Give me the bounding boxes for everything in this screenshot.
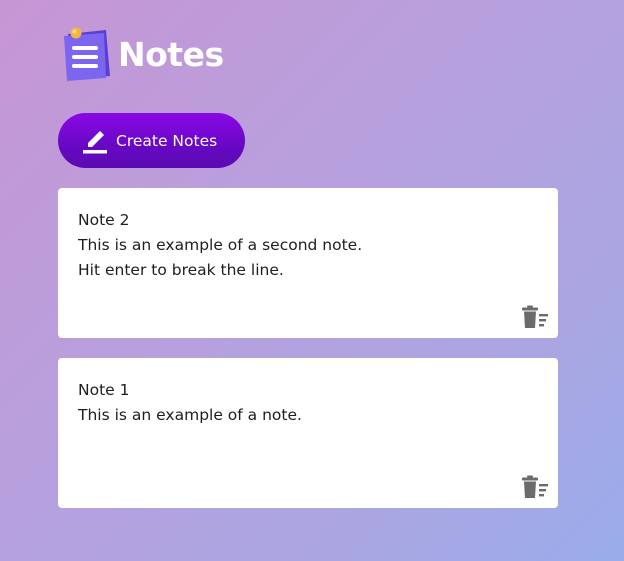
note-text-line: This is an example of a second note. [78, 236, 363, 254]
note-text-line: Hit enter to break the line. [78, 261, 284, 279]
app-header: Notes [62, 24, 224, 84]
trash-icon[interactable] [521, 305, 549, 329]
create-notes-label: Create Notes [116, 131, 218, 150]
app-title: Notes [118, 34, 224, 74]
create-notes-button[interactable]: Create Notes [58, 113, 245, 168]
note-text-line: Note 1 [78, 381, 130, 399]
note-text-line: Note 2 [78, 211, 130, 229]
notepad-icon [62, 24, 114, 84]
note-card[interactable]: Note 1 This is an example of a note. [58, 358, 558, 508]
pencil-icon [82, 127, 110, 155]
trash-icon[interactable] [521, 475, 549, 499]
note-card[interactable]: Note 2 This is an example of a second no… [58, 188, 558, 338]
notes-list: Note 2 This is an example of a second no… [58, 188, 558, 528]
note-text-line: This is an example of a note. [78, 406, 302, 424]
